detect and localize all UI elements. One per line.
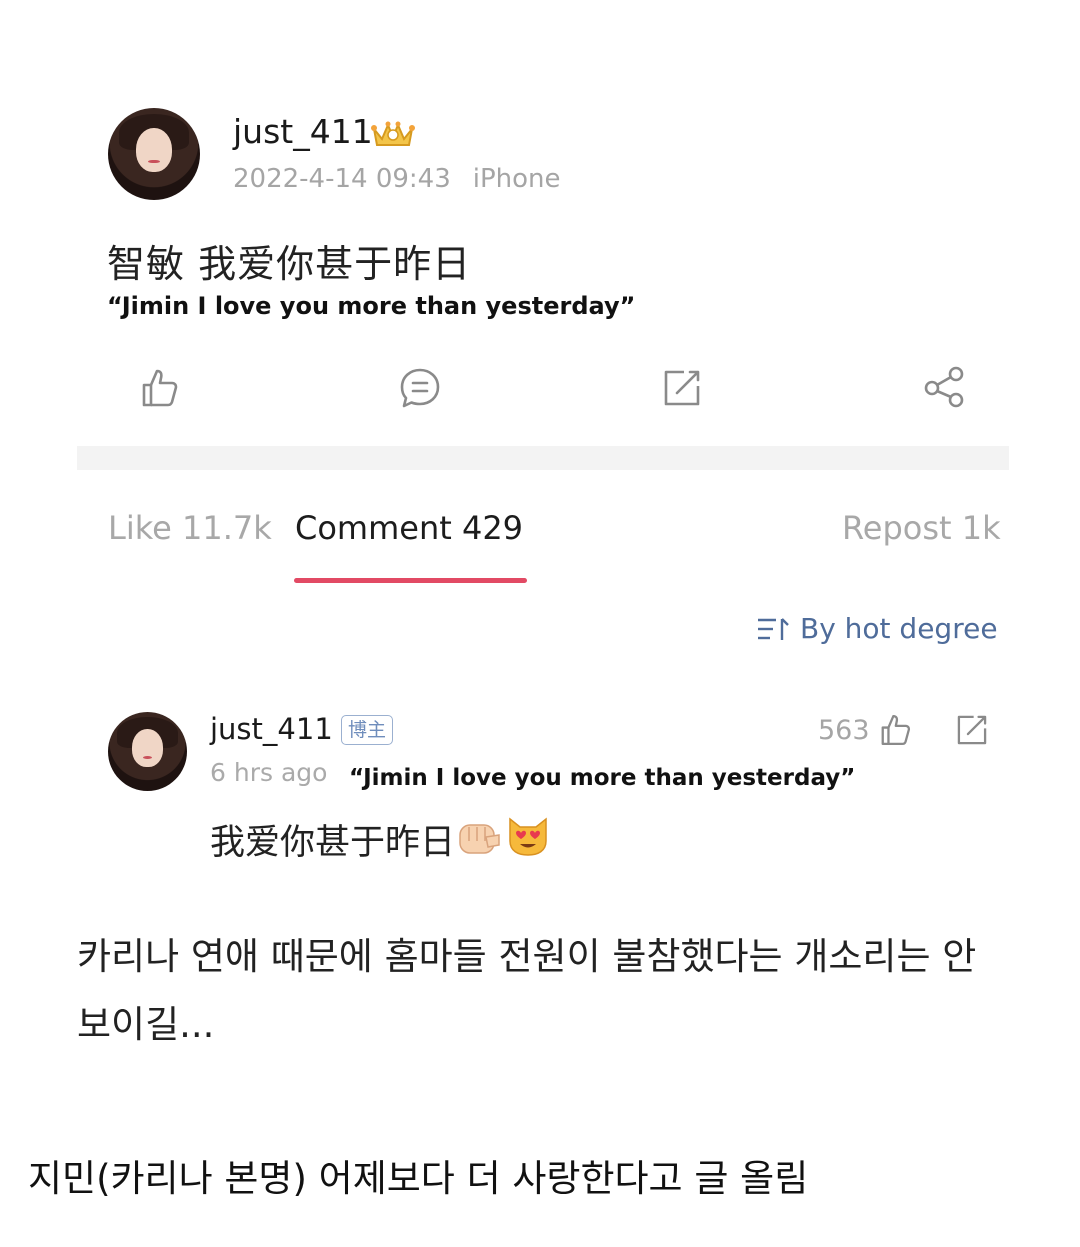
tab-repost[interactable]: Repost 1k xyxy=(842,509,1001,547)
sort-label: By hot degree xyxy=(800,612,998,645)
tab-like[interactable]: Like 11.7k xyxy=(108,509,272,547)
comment-username[interactable]: just_411 xyxy=(210,712,333,746)
share-icon[interactable] xyxy=(922,364,966,408)
comment-repost-icon[interactable] xyxy=(954,712,990,748)
active-tab-indicator xyxy=(294,578,527,583)
sort-icon xyxy=(758,617,789,640)
post-avatar[interactable] xyxy=(108,108,200,200)
sort-button[interactable]: By hot degree xyxy=(756,612,998,645)
section-divider xyxy=(77,446,1009,470)
repost-icon[interactable] xyxy=(660,366,704,410)
korean-note: 카리나 연애 때문에 홈마들 전원이 불참했다는 개소리는 안 보이길... xyxy=(77,935,977,1046)
blogger-badge: 博主 xyxy=(341,715,394,745)
post-username[interactable]: just_411 xyxy=(233,112,373,151)
comment-icon[interactable] xyxy=(398,366,442,410)
crown-icon xyxy=(371,121,415,146)
post-device: iPhone xyxy=(472,164,561,194)
comment-body: 我爱你甚于昨日 xyxy=(210,823,456,863)
post-caption: “Jimin I love you more than yesterday” xyxy=(107,292,636,320)
like-icon[interactable] xyxy=(137,366,181,410)
comment-quote: “Jimin I love you more than yesterday” xyxy=(349,765,856,791)
post-body: 智敏 我爱你甚于昨日 xyxy=(107,242,472,286)
fist-emoji-icon xyxy=(459,824,500,854)
korean-title: 지민(카리나 본명) 어제보다 더 사랑한다고 글 올림 xyxy=(28,1157,809,1200)
comment-like-count: 563 xyxy=(818,715,870,746)
tab-comment[interactable]: Comment 429 xyxy=(295,509,523,547)
comment-like-icon[interactable] xyxy=(877,712,913,748)
heart-eyes-cat-emoji-icon xyxy=(509,817,547,856)
comment-time: 6 hrs ago xyxy=(210,758,328,787)
post-date: 2022-4-14 09:43 xyxy=(233,164,451,194)
comment-avatar[interactable] xyxy=(108,712,187,791)
post-meta: 2022-4-14 09:43 iPhone xyxy=(233,164,561,194)
